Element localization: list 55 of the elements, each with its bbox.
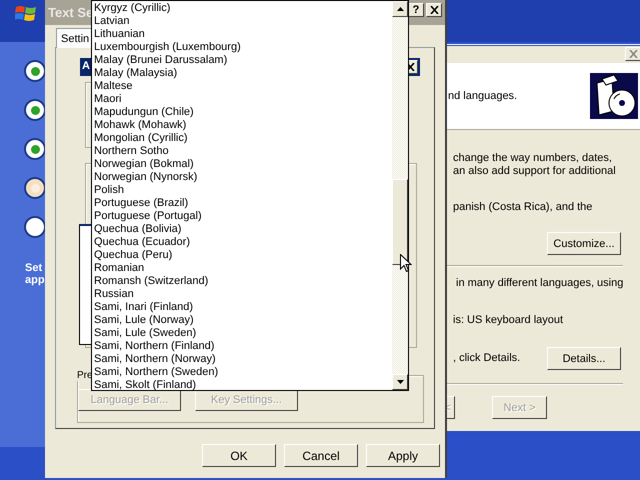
description-text: change the way numbers, dates,	[453, 152, 612, 165]
list-item[interactable]: Quechua (Ecuador)	[92, 236, 392, 249]
list-item[interactable]: Malay (Brunei Darussalam)	[92, 54, 392, 67]
list-item[interactable]: Quechua (Peru)	[92, 249, 392, 262]
list-item[interactable]: Northern Sotho	[92, 145, 392, 158]
dialog-button[interactable]: Cancel	[284, 444, 358, 467]
list-item[interactable]: Sami, Inari (Finland)	[92, 301, 392, 314]
up-arrow-icon	[396, 7, 404, 11]
close-icon	[430, 6, 438, 14]
list-item[interactable]: Maori	[92, 93, 392, 106]
description-text: , click Details.	[453, 352, 520, 365]
details-button[interactable]: Details...	[547, 347, 621, 370]
description-text: panish (Costa Rica), and the	[453, 201, 592, 214]
scrollbar[interactable]	[392, 1, 408, 390]
caption-text: Set	[25, 262, 44, 274]
list-item[interactable]: Sami, Skolt (Finland)	[92, 379, 392, 392]
list-item[interactable]: Malay (Malaysia)	[92, 67, 392, 80]
list-item[interactable]: Norwegian (Bokmal)	[92, 158, 392, 171]
list-item[interactable]: Maltese	[92, 80, 392, 93]
close-icon	[628, 50, 638, 58]
customize-button[interactable]: Customize...	[547, 232, 621, 255]
description-text: in many different languages, using	[456, 277, 624, 290]
list-item[interactable]: Sami, Northern (Sweden)	[92, 366, 392, 379]
dialog-button[interactable]: OK	[202, 444, 276, 467]
list-item[interactable]: Sami, Lule (Norway)	[92, 314, 392, 327]
down-arrow-icon	[396, 380, 404, 384]
list-item[interactable]: Polish	[92, 184, 392, 197]
close-button[interactable]	[625, 47, 640, 61]
list-item[interactable]: Sami, Lule (Sweden)	[92, 327, 392, 340]
list-item[interactable]: Latvian	[92, 15, 392, 28]
header-text: nd languages.	[448, 90, 518, 102]
windows-logo-icon	[15, 4, 37, 24]
dialog-button[interactable]: Apply	[366, 444, 440, 467]
list-item[interactable]: Portuguese (Portugal)	[92, 210, 392, 223]
description-text: is: US keyboard layout	[453, 314, 564, 327]
list-item[interactable]: Portuguese (Brazil)	[92, 197, 392, 210]
list-item[interactable]: Mohawk (Mohawk)	[92, 119, 392, 132]
description-text: an also add support for additional	[453, 165, 616, 178]
scroll-thumb[interactable]	[392, 179, 408, 265]
list-item[interactable]: Mongolian (Cyrillic)	[92, 132, 392, 145]
list-item[interactable]: Quechua (Bolivia)	[92, 223, 392, 236]
list-item[interactable]: Kyrgyz (Cyrillic)	[92, 2, 392, 15]
list-item[interactable]: Romanian	[92, 262, 392, 275]
list-item[interactable]: Sami, Northern (Finland)	[92, 340, 392, 353]
list-item[interactable]: Sami, Northern (Norway)	[92, 353, 392, 366]
list-item[interactable]: Norwegian (Nynorsk)	[92, 171, 392, 184]
scroll-up-button[interactable]	[392, 1, 408, 17]
caption-text: app	[25, 274, 45, 286]
window-title: A	[82, 60, 90, 72]
help-button[interactable]: ?	[408, 3, 424, 17]
list-item[interactable]: Russian	[92, 288, 392, 301]
list-item[interactable]: Romansh (Switzerland)	[92, 275, 392, 288]
list-item[interactable]: Mapudungun (Chile)	[92, 106, 392, 119]
scroll-down-button[interactable]	[392, 374, 408, 390]
close-button[interactable]	[426, 3, 442, 17]
